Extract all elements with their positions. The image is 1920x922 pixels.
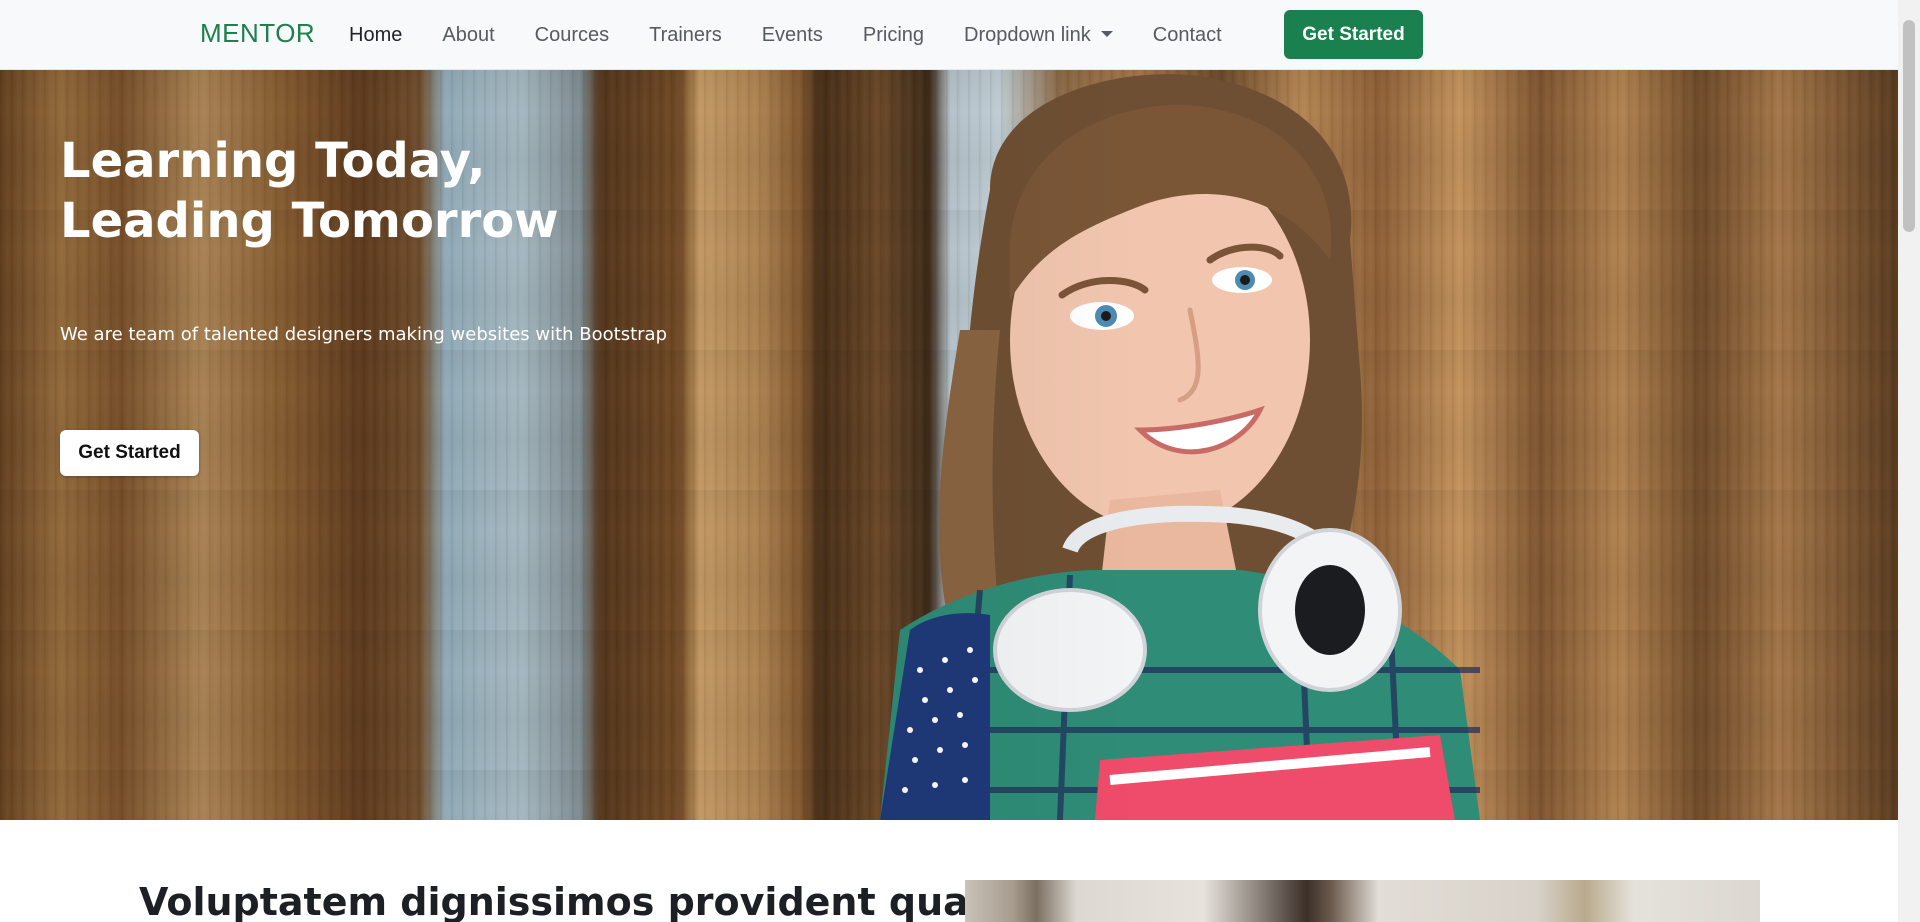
hero-subtitle: We are team of talented designers making…: [60, 324, 668, 345]
get-started-button[interactable]: Get Started: [1284, 10, 1423, 59]
nav-link-pricing[interactable]: Pricing: [863, 24, 924, 47]
hero-section: Learning Today, Leading Tomorrow We are …: [0, 70, 1898, 820]
nav-link-contact[interactable]: Contact: [1153, 24, 1222, 47]
scrollbar-thumb[interactable]: [1903, 20, 1915, 232]
hero-title-line-2: Leading Tomorrow: [60, 193, 559, 249]
nav-link-home[interactable]: Home: [349, 24, 402, 47]
about-section-image: [965, 880, 1760, 922]
nav-links: Home About Cources Trainers Events Prici…: [349, 0, 1262, 70]
caret-down-icon: [1100, 31, 1113, 37]
nav-link-about[interactable]: About: [442, 24, 494, 47]
nav-link-events[interactable]: Events: [762, 24, 823, 47]
nav-dropdown-toggle[interactable]: Dropdown link: [964, 24, 1113, 47]
nav-dropdown-label: Dropdown link: [964, 23, 1091, 46]
nav-link-trainers[interactable]: Trainers: [649, 24, 722, 47]
navbar: MENTOR Home About Cources Trainers Event…: [0, 0, 1898, 70]
nav-link-courses[interactable]: Cources: [535, 24, 609, 47]
hero-title-line-1: Learning Today,: [60, 133, 486, 189]
brand-logo[interactable]: MENTOR: [200, 18, 315, 49]
about-section-heading: Voluptatem dignissimos provident quasi: [139, 880, 1005, 922]
hero-get-started-button[interactable]: Get Started: [60, 430, 199, 476]
page-scrollbar[interactable]: [1898, 0, 1920, 922]
hero-title: Learning Today, Leading Tomorrow: [60, 131, 660, 251]
